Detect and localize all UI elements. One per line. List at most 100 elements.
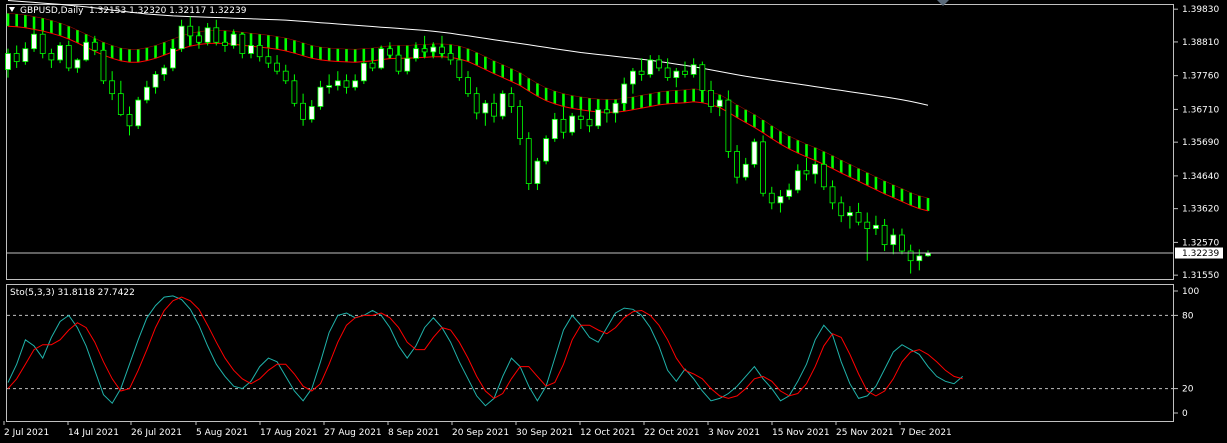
candle-bear — [656, 59, 662, 69]
price-tick-label: 1.39830 — [1182, 5, 1219, 15]
time-tick-label: 5 Aug 2021 — [196, 428, 248, 438]
candle-bear — [117, 93, 124, 115]
candle-bull — [404, 57, 411, 72]
time-tick-label: 8 Sep 2021 — [388, 428, 439, 438]
candle-bull — [430, 46, 437, 53]
candle-bull — [543, 138, 550, 162]
price-tick-label: 1.37760 — [1182, 72, 1219, 82]
time-tick-label: 22 Oct 2021 — [644, 428, 700, 438]
candle-bull — [873, 224, 879, 229]
candle-bear — [48, 53, 55, 61]
candle-bear — [65, 45, 72, 69]
time-tick-label: 2 Jul 2021 — [4, 428, 49, 438]
candle-bull — [569, 115, 576, 133]
stochastic-tick-label: 80 — [1182, 311, 1194, 321]
candle-bull — [74, 59, 81, 69]
candle-bear — [386, 48, 393, 56]
candle-bull — [204, 27, 211, 43]
candle-bear — [768, 192, 775, 204]
candle-bear — [577, 115, 584, 120]
candle-bear — [603, 109, 610, 114]
candle-bull — [31, 33, 37, 50]
candle-bear — [282, 70, 289, 82]
candle-bear — [855, 212, 862, 223]
candle-bear — [864, 221, 871, 229]
candle-bull — [326, 85, 333, 88]
candle-bull — [794, 170, 801, 191]
price-tick-label: 1.31550 — [1182, 271, 1219, 281]
price-tick-label: 1.36710 — [1182, 105, 1219, 115]
candle-bull — [22, 48, 29, 62]
candle-bull — [5, 53, 11, 70]
candle-bear — [734, 151, 740, 178]
candle-bear — [725, 99, 732, 152]
candle-bear — [300, 102, 306, 120]
chart-ohlc: 1.32153 1.32320 1.32117 1.32239 — [89, 6, 247, 16]
candle-bear — [447, 53, 454, 61]
chart-symbol: GBPUSD,Daily — [20, 6, 84, 16]
candle-bear — [760, 141, 766, 194]
candle-bull — [751, 141, 758, 165]
candle-bear — [899, 234, 905, 252]
candle-bull — [612, 102, 619, 114]
candle-bull — [57, 45, 63, 61]
candle-bear — [820, 163, 827, 188]
candle-bear — [239, 33, 246, 54]
candle-bear — [881, 224, 888, 246]
chart-canvas: 1.39830 1.38810 1.37760 1.36710 1.35690 1.346… — [0, 0, 1227, 443]
candle-bear — [256, 45, 263, 58]
candle-bear — [517, 106, 523, 140]
candle-bear — [456, 59, 463, 78]
candle-bear — [196, 35, 202, 43]
candle-bull — [143, 86, 150, 101]
candle-bull — [621, 83, 628, 104]
candle-bull — [630, 70, 636, 85]
candle-bull — [308, 106, 315, 120]
candle-bull — [161, 67, 168, 75]
candle-bull — [152, 73, 159, 88]
candle-bull — [690, 64, 697, 75]
candle-bear — [100, 49, 107, 82]
candle-bull — [135, 99, 142, 127]
chart-background — [0, 0, 1227, 443]
candle-bear — [109, 80, 116, 95]
candle-bear — [907, 250, 914, 262]
candle-bear — [369, 62, 376, 69]
candle-bear — [682, 70, 688, 75]
candle-bear — [213, 27, 220, 43]
candle-bull — [230, 33, 237, 46]
candle-bear — [222, 41, 228, 46]
candle-bull — [248, 45, 254, 54]
candle-bear — [525, 138, 532, 184]
candle-bull — [499, 93, 506, 117]
candle-bull — [378, 48, 385, 69]
time-tick-label: 7 Dec 2021 — [900, 428, 952, 438]
price-tick-label: 1.35690 — [1182, 138, 1219, 148]
candle-bull — [742, 163, 749, 178]
candle-bear — [586, 118, 593, 127]
price-tick-label: 1.33620 — [1182, 205, 1219, 215]
candle-bear — [91, 41, 98, 51]
time-tick-label: 30 Sep 2021 — [516, 428, 573, 438]
time-tick-label: 3 Nov 2021 — [708, 428, 760, 438]
time-tick-label: 25 Nov 2021 — [836, 428, 894, 438]
candle-bull — [170, 48, 176, 69]
candle-bear — [664, 67, 671, 78]
stochastic-tick-label: 100 — [1182, 287, 1199, 297]
candle-bear — [343, 80, 350, 88]
candle-bear — [465, 77, 471, 95]
candle-bear — [126, 114, 133, 127]
candle-bear — [274, 62, 280, 72]
candle-bull — [916, 255, 923, 262]
candle-bear — [13, 53, 20, 62]
candle-bear — [699, 64, 706, 91]
candle-bull — [890, 234, 897, 246]
time-tick-label: 14 Jul 2021 — [68, 428, 119, 438]
candle-bull — [317, 86, 324, 107]
candle-bear — [291, 80, 298, 104]
time-tick-label: 12 Oct 2021 — [580, 428, 636, 438]
stochastic-tick-label: 0 — [1182, 409, 1188, 419]
candle-bull — [647, 59, 654, 75]
candle-bear — [560, 118, 567, 133]
time-tick-label: 26 Jul 2021 — [131, 428, 182, 438]
